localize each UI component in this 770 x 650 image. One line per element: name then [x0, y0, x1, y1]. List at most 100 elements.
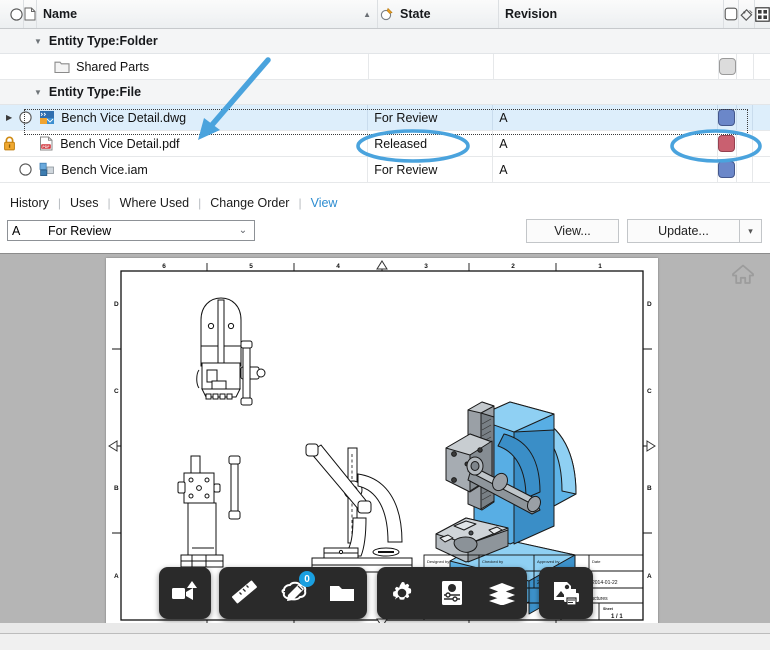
svg-text:B: B: [647, 485, 652, 492]
svg-text:C: C: [647, 388, 652, 395]
header-checkbox-icon-column[interactable]: [724, 0, 739, 28]
svg-text:Checked by: Checked by: [482, 559, 503, 564]
revision-state-dropdown[interactable]: A For Review ⌄: [7, 220, 255, 241]
circle-checkbox-icon: [19, 163, 32, 176]
row-name-cell[interactable]: Bench Vice Detail.dwg: [33, 105, 369, 130]
header-tag-icon-column[interactable]: [739, 0, 755, 28]
tag-icon: [739, 7, 754, 22]
horizontal-scrollbar[interactable]: [0, 623, 770, 633]
display-settings-button[interactable]: [427, 567, 477, 619]
header-doc-column[interactable]: [24, 0, 37, 28]
svg-text:2014-01-22: 2014-01-22: [592, 580, 618, 586]
svg-text:D: D: [647, 301, 652, 308]
row-status-pill-cell[interactable]: [718, 157, 737, 182]
group-label: Entity Type:File: [48, 85, 142, 99]
video-camera-button[interactable]: [159, 567, 211, 619]
svg-text:1 / 1: 1 / 1: [611, 614, 623, 620]
ruler-measure-button[interactable]: [219, 567, 268, 619]
status-badge: [718, 161, 736, 178]
row-check-cell[interactable]: [18, 105, 33, 130]
folder-open-button[interactable]: [317, 567, 366, 619]
print-toolbar-group: [539, 567, 593, 619]
tab-view[interactable]: View: [309, 196, 340, 210]
document-icon: [24, 7, 36, 21]
gear-button[interactable]: [377, 567, 427, 619]
collapse-triangle-icon[interactable]: ▼: [34, 88, 42, 97]
header-name-column[interactable]: Name ▲: [37, 0, 378, 28]
group-header-folder[interactable]: ▼ Entity Type:Folder: [0, 29, 770, 54]
markup-count-badge: 0: [299, 571, 315, 587]
row-extra-cell[interactable]: [753, 157, 770, 182]
checkbox-icon: [724, 7, 738, 21]
row-tag-cell[interactable]: [737, 105, 754, 130]
row-status-pill-cell[interactable]: [718, 105, 737, 130]
gear-icon: [388, 579, 416, 607]
row-tag-cell[interactable]: [737, 54, 754, 79]
circle-checkbox-icon: [19, 111, 32, 124]
sort-ascending-icon: ▲: [363, 9, 371, 19]
row-extra-cell[interactable]: [753, 105, 770, 130]
row-name-cell[interactable]: PDF Bench Vice Detail.pdf: [33, 131, 369, 156]
row-name-cell[interactable]: Bench Vice.iam: [33, 157, 369, 182]
header-check-column[interactable]: [10, 0, 24, 28]
chevron-down-icon[interactable]: ⌄: [232, 225, 254, 236]
table-row[interactable]: PDF Bench Vice Detail.pdf Released A: [0, 131, 770, 157]
application-window: Name ▲ State Revision ▼ Entity Type:Fold…: [0, 0, 770, 650]
row-name-label: Bench Vice.iam: [61, 162, 148, 177]
table-row[interactable]: ▶ Bench Vice Detail.dwg For Review A: [0, 105, 770, 131]
header-revision-label: Revision: [505, 7, 558, 21]
row-revision-label: A: [499, 110, 508, 125]
svg-text:4: 4: [336, 263, 340, 270]
status-badge: [719, 58, 737, 75]
header-gridview-icon-column[interactable]: [755, 0, 770, 28]
header-state-column[interactable]: State: [394, 0, 499, 28]
row-status-pill-cell[interactable]: [719, 54, 738, 79]
row-name-label: Bench Vice Detail.dwg: [61, 110, 187, 125]
row-extra-cell[interactable]: [753, 131, 770, 156]
update-button[interactable]: Update...: [627, 219, 740, 243]
row-check-cell[interactable]: [18, 157, 33, 182]
row-tag-cell[interactable]: [737, 157, 754, 182]
svg-text:PDF: PDF: [43, 145, 51, 149]
row-status-pill-cell[interactable]: [718, 131, 737, 156]
row-revision-label: A: [499, 162, 508, 177]
row-name-label: Bench Vice Detail.pdf: [60, 136, 180, 151]
header-revision-column[interactable]: Revision: [499, 0, 724, 28]
drawing-viewer[interactable]: 6 5 4 3 2 1 6 5 4 3 2 1: [0, 253, 770, 633]
view-button[interactable]: View...: [526, 219, 619, 243]
tab-history[interactable]: History: [8, 196, 51, 210]
row-tag-cell[interactable]: [737, 131, 754, 156]
row-extra-cell[interactable]: [754, 54, 770, 79]
svg-text:A: A: [647, 573, 652, 580]
markup-pen-button[interactable]: 0: [268, 567, 317, 619]
row-lock-cell[interactable]: [0, 131, 18, 156]
grid-header-row: Name ▲ State Revision: [0, 0, 770, 29]
ruler-measure-icon: [230, 579, 258, 607]
update-dropdown-button[interactable]: ▾: [740, 219, 762, 243]
table-row[interactable]: Shared Parts: [0, 54, 770, 80]
row-expander[interactable]: ▶: [0, 105, 18, 130]
layers-button[interactable]: [477, 567, 527, 619]
collapse-triangle-icon[interactable]: ▼: [34, 37, 42, 46]
tab-change-order[interactable]: Change Order: [208, 196, 291, 210]
group-label: Entity Type:Folder: [48, 34, 158, 48]
row-state-label: For Review: [374, 162, 438, 177]
tab-where-used[interactable]: Where Used: [118, 196, 191, 210]
header-state-label: State: [400, 7, 431, 21]
row-state-label: Released: [374, 136, 428, 151]
row-name-cell[interactable]: Shared Parts: [28, 54, 370, 79]
layers-icon: [488, 581, 516, 605]
tab-uses[interactable]: Uses: [68, 196, 100, 210]
print-export-button[interactable]: [539, 567, 593, 619]
row-state-cell: For Review: [368, 157, 494, 182]
row-check-cell: [18, 131, 33, 156]
home-button[interactable]: [728, 260, 758, 288]
table-row[interactable]: Bench Vice.iam For Review A: [0, 157, 770, 183]
row-state-label: For Review: [374, 110, 438, 125]
group-header-file[interactable]: ▼ Entity Type:File: [0, 80, 770, 105]
print-export-icon: [551, 579, 581, 607]
iam-assembly-icon: [39, 162, 55, 177]
home-icon: [728, 260, 758, 288]
tab-separator: |: [57, 196, 62, 210]
tab-separator: |: [298, 196, 302, 210]
